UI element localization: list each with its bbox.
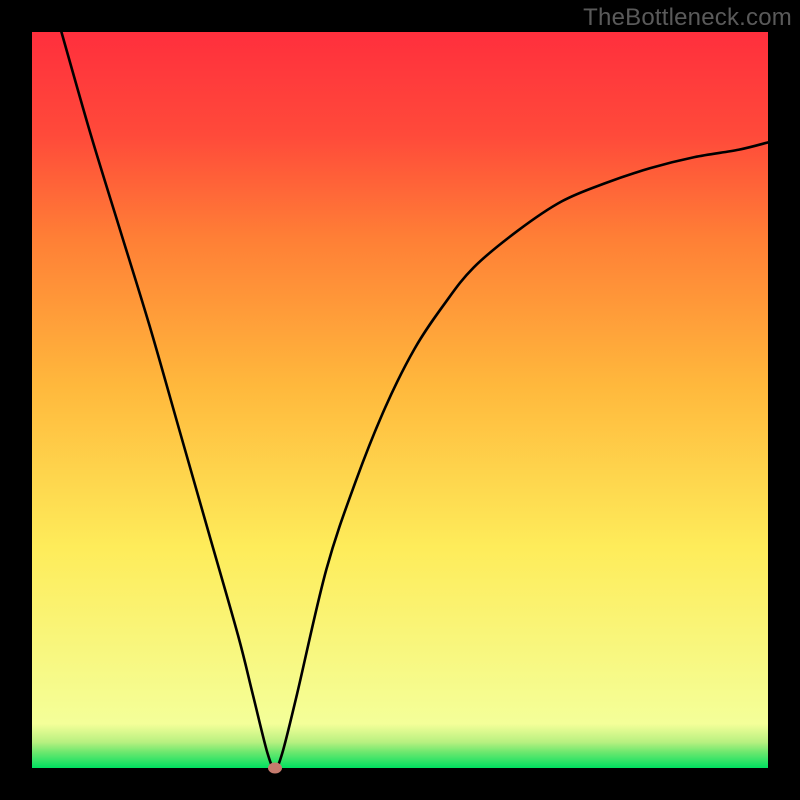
curve-minimum-marker bbox=[268, 763, 282, 774]
bottleneck-curve bbox=[32, 32, 768, 768]
plot-area bbox=[32, 32, 768, 768]
chart-frame: TheBottleneck.com bbox=[0, 0, 800, 800]
watermark-text: TheBottleneck.com bbox=[583, 4, 792, 32]
